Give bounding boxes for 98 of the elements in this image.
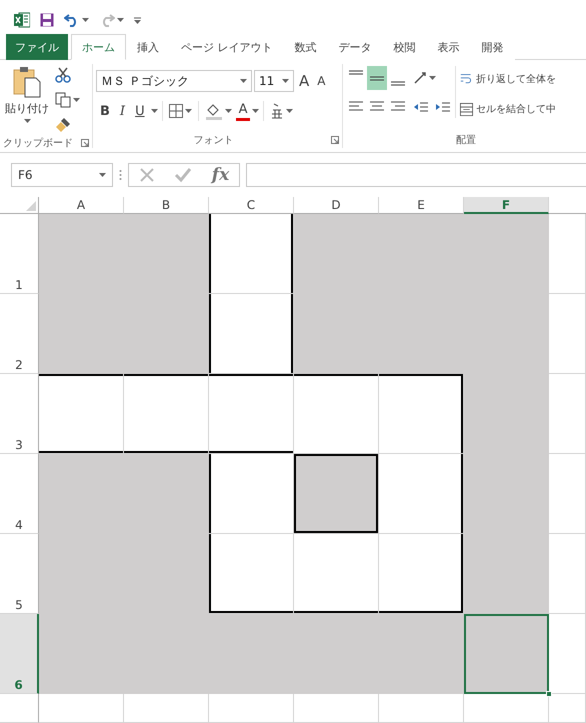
row-header[interactable]	[0, 694, 39, 723]
lines-icon	[390, 81, 406, 86]
sheet-cell[interactable]	[379, 614, 464, 694]
corner-triangle-icon	[26, 201, 36, 211]
lines-icon	[348, 70, 364, 75]
grow-font-button[interactable]: A	[296, 70, 312, 92]
group-label: 配置	[456, 134, 476, 147]
sheet-cell[interactable]	[209, 534, 294, 614]
select-all-corner[interactable]	[0, 197, 39, 214]
formula-input-field[interactable]	[246, 163, 586, 187]
sheet-cell[interactable]	[549, 374, 586, 454]
column-header[interactable]: D	[294, 197, 379, 214]
sheet-cell[interactable]	[294, 454, 379, 534]
sheet-cell[interactable]	[549, 454, 586, 534]
font-name-dropdown[interactable]: ＭＳ Ｐゴシック	[96, 70, 252, 92]
column-header[interactable]: F	[464, 197, 549, 214]
selected-cell[interactable]	[464, 614, 549, 694]
caret-icon	[73, 98, 80, 102]
clipboard-icon	[12, 66, 42, 98]
customize-toolbar-icon[interactable]	[134, 16, 141, 24]
row-header[interactable]: 4	[0, 454, 39, 534]
shrink-font-button[interactable]: A	[314, 70, 328, 92]
caret-icon	[282, 79, 289, 83]
sheet-cell[interactable]	[124, 374, 209, 454]
sheet-cell[interactable]	[549, 294, 586, 374]
caret-icon	[286, 109, 294, 113]
row-header[interactable]: 2	[0, 294, 39, 374]
insert-function-button[interactable]: fx	[212, 165, 230, 185]
caret-icon	[150, 109, 158, 113]
sheet-cell[interactable]	[379, 694, 464, 723]
sheet-cell[interactable]	[379, 374, 464, 454]
sheet-cell[interactable]	[39, 374, 124, 454]
sheet-cell[interactable]	[549, 694, 586, 723]
lines-icon	[369, 76, 385, 80]
font-size-dropdown[interactable]: 11	[254, 70, 294, 92]
sheet-cell[interactable]	[209, 374, 294, 454]
wrap-text-button[interactable]: 折り返して全体を	[459, 68, 557, 90]
caret-icon	[99, 173, 106, 177]
sheet-cell[interactable]	[379, 534, 464, 614]
column-header[interactable]: B	[124, 197, 209, 214]
underline-button[interactable]: U	[131, 100, 149, 122]
borders-icon	[168, 104, 183, 118]
sheet-cell[interactable]	[464, 694, 549, 723]
caret-icon	[224, 109, 232, 113]
sheet-cell[interactable]	[209, 694, 294, 723]
sheet-cell[interactable]	[294, 374, 379, 454]
sheet-cell[interactable]	[209, 214, 294, 294]
merge-cells-icon	[460, 102, 473, 116]
sheet-cell[interactable]	[209, 454, 294, 534]
sheet-cell[interactable]	[124, 694, 209, 723]
row-header[interactable]: 3	[0, 374, 39, 454]
copy-icon	[55, 92, 71, 108]
bold-button[interactable]: B	[96, 100, 114, 122]
row-header[interactable]: 1	[0, 214, 39, 294]
column-header[interactable]: C	[209, 197, 294, 214]
row-header[interactable]: 5	[0, 534, 39, 614]
file-tab[interactable]: ファイル	[6, 34, 68, 60]
row-header[interactable]: 6	[0, 614, 39, 694]
group-label: フォント	[194, 134, 234, 147]
name-box[interactable]: F6	[11, 163, 113, 187]
sheet-cell[interactable]	[39, 694, 124, 723]
spreadsheet-logo-icon[interactable]	[14, 12, 30, 28]
wrap-text-icon	[460, 72, 473, 86]
column-header[interactable]: A	[39, 197, 124, 214]
merge-center-button[interactable]: セルを結合して中	[459, 98, 557, 120]
sheet-cell[interactable]	[549, 214, 586, 294]
paste-label: 貼り付け	[5, 101, 49, 116]
sheet-cell[interactable]	[379, 454, 464, 534]
font-color-button[interactable]: A	[236, 101, 250, 121]
caret-icon	[429, 76, 436, 80]
group-label: クリップボード	[3, 136, 73, 150]
phonetic-icon	[270, 103, 284, 119]
sheet-cell[interactable]	[294, 694, 379, 723]
paint-bucket-icon	[204, 102, 223, 120]
column-header[interactable]: E	[379, 197, 464, 214]
sheet-cell[interactable]	[549, 534, 586, 614]
sheet-cell[interactable]	[464, 534, 549, 614]
cancel-icon[interactable]	[138, 167, 155, 183]
italic-button[interactable]: I	[116, 100, 130, 122]
dialog-launcher-icon[interactable]	[331, 136, 339, 144]
diagonal-arrow-icon	[413, 71, 427, 85]
caret-icon	[252, 109, 260, 113]
sheet-cell[interactable]	[209, 294, 294, 374]
caret-icon	[24, 119, 30, 123]
caret-icon	[117, 18, 124, 22]
caret-icon	[240, 79, 247, 83]
ribbon-tab[interactable]: ホーム	[71, 34, 126, 60]
fill-handle[interactable]	[546, 691, 552, 697]
caret-icon	[82, 18, 89, 22]
save-icon[interactable]	[40, 13, 54, 27]
dialog-launcher-icon[interactable]	[81, 139, 89, 147]
sheet-cell[interactable]	[294, 534, 379, 614]
paste-button[interactable]: 貼り付け	[3, 64, 51, 136]
sheet-cell[interactable]	[549, 614, 586, 694]
checkmark-icon[interactable]	[174, 167, 192, 183]
caret-icon	[184, 109, 192, 113]
grip-icon	[119, 169, 122, 181]
middle-align-button[interactable]	[367, 66, 387, 90]
